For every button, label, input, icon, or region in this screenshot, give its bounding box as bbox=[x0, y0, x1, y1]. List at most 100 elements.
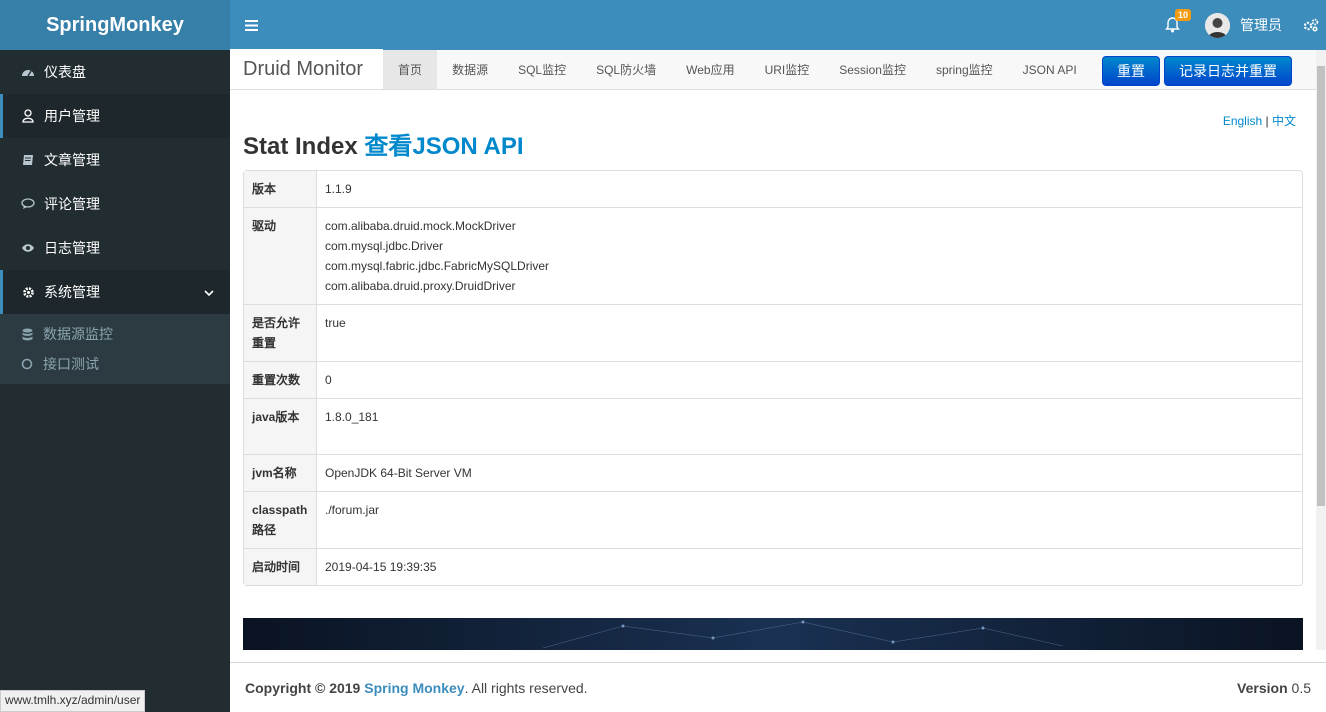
stat-value: ./forum.jar bbox=[317, 491, 1302, 548]
gear-icon bbox=[21, 285, 35, 299]
stat-key: 重置次数 bbox=[244, 361, 317, 398]
sidebar-toggle-icon[interactable] bbox=[230, 0, 272, 50]
stat-key: 驱动 bbox=[244, 207, 317, 304]
tab-uri-monitor[interactable]: URI监控 bbox=[750, 50, 825, 89]
stat-value-line: 1.8.0_181 bbox=[325, 410, 379, 424]
page-title-text: Stat Index bbox=[243, 133, 358, 160]
stat-value: 1.8.0_181 bbox=[317, 398, 1302, 454]
table-row: classpath路径 ./forum.jar bbox=[244, 491, 1302, 548]
notifications-bell-icon[interactable]: 10 bbox=[1149, 0, 1195, 50]
stat-key: 版本 bbox=[244, 171, 317, 207]
table-row: 启动时间 2019-04-15 19:39:35 bbox=[244, 548, 1302, 585]
stat-value: true bbox=[317, 304, 1302, 361]
stat-value-line: com.mysql.fabric.jdbc.FabricMySQLDriver bbox=[325, 259, 550, 273]
table-row: 是否允许重置 true bbox=[244, 304, 1302, 361]
table-row: 驱动 com.alibaba.druid.mock.MockDriver com.m… bbox=[244, 207, 1302, 304]
scrollbar-thumb[interactable] bbox=[1317, 66, 1325, 506]
stat-key: java版本 bbox=[244, 398, 317, 454]
stat-value-line: 1.1.9 bbox=[325, 182, 352, 196]
footer-rights: . All rights reserved. bbox=[464, 679, 588, 696]
eye-icon bbox=[21, 241, 35, 255]
druid-navbar: Druid Monitor 首页 数据源 SQL监控 SQL防火墙 Web应用 … bbox=[230, 49, 1326, 90]
stat-key: 启动时间 bbox=[244, 548, 317, 585]
comment-icon bbox=[21, 197, 35, 211]
table-row: 版本 1.1.9 bbox=[244, 171, 1302, 207]
tab-datasource[interactable]: 数据源 bbox=[437, 50, 503, 89]
tab-web-app[interactable]: Web应用 bbox=[671, 50, 749, 89]
table-row: jvm名称 OpenJDK 64-Bit Server VM bbox=[244, 454, 1302, 491]
sidebar-item-label: 文章管理 bbox=[44, 152, 100, 168]
table-row: 重置次数 0 bbox=[244, 361, 1302, 398]
tab-session-monitor[interactable]: Session监控 bbox=[824, 50, 921, 89]
lang-separator: | bbox=[1265, 114, 1269, 128]
table-row: java版本 1.8.0_181 bbox=[244, 398, 1302, 454]
sidebar-item-logs[interactable]: 日志管理 bbox=[0, 226, 230, 270]
tab-spring-monitor[interactable]: spring监控 bbox=[921, 50, 1008, 89]
stat-value-line: com.mysql.jdbc.Driver bbox=[325, 239, 444, 253]
page-title: Stat Index 查看JSON API bbox=[243, 126, 524, 161]
sidebar-item-label: 系统管理 bbox=[44, 284, 100, 300]
stat-key: 是否允许重置 bbox=[244, 304, 317, 361]
main-header: SpringMonkey 10 管理员 bbox=[0, 0, 1326, 50]
lang-chinese-link[interactable]: 中文 bbox=[1272, 114, 1296, 128]
stat-value: com.alibaba.druid.mock.MockDriver com.mys… bbox=[317, 207, 1302, 304]
book-icon bbox=[21, 153, 35, 167]
stat-value-line: com.alibaba.druid.proxy.DruidDriver bbox=[325, 279, 516, 293]
circle-icon bbox=[20, 357, 34, 371]
footer: Copyright © 2019 Spring Monkey. All righ… bbox=[230, 662, 1326, 712]
language-switch: English | 中文 bbox=[1223, 112, 1296, 129]
dashboard-icon bbox=[21, 65, 35, 79]
sidebar-item-dashboard[interactable]: 仪表盘 bbox=[0, 50, 230, 94]
app-logo[interactable]: SpringMonkey bbox=[0, 0, 230, 50]
avatar bbox=[1205, 12, 1230, 38]
sidebar-item-comments[interactable]: 评论管理 bbox=[0, 182, 230, 226]
json-api-link[interactable]: 查看JSON API bbox=[364, 133, 523, 160]
footer-version-value: 0.5 bbox=[1291, 679, 1311, 696]
sidebar: 仪表盘 用户管理 文章管理 评论管理 日志管理 系统管理 数据源监控 接口测试 bbox=[0, 50, 230, 712]
database-icon bbox=[20, 327, 34, 341]
footer-copyright: Copyright © 2019 bbox=[245, 679, 361, 696]
sidebar-subitem-api-test[interactable]: 接口测试 bbox=[0, 349, 230, 379]
chevron-down-icon bbox=[204, 285, 214, 301]
footer-brand-link[interactable]: Spring Monkey bbox=[364, 680, 464, 696]
top-navbar: 10 管理员 bbox=[230, 0, 1326, 50]
stat-value-line: true bbox=[325, 316, 346, 330]
banner-image bbox=[243, 618, 1303, 650]
stat-value: 0 bbox=[317, 361, 1302, 398]
sidebar-item-label: 评论管理 bbox=[44, 196, 100, 212]
gears-icon[interactable] bbox=[1296, 0, 1326, 50]
log-and-reset-button[interactable]: 记录日志并重置 bbox=[1164, 56, 1292, 86]
sidebar-item-label: 日志管理 bbox=[44, 240, 100, 256]
user-icon bbox=[21, 109, 35, 123]
lang-english-link[interactable]: English bbox=[1223, 114, 1262, 128]
sidebar-item-system[interactable]: 系统管理 bbox=[0, 270, 230, 314]
sidebar-item-label: 用户管理 bbox=[44, 108, 100, 124]
sidebar-item-users[interactable]: 用户管理 bbox=[0, 94, 230, 138]
sidebar-item-articles[interactable]: 文章管理 bbox=[0, 138, 230, 182]
main-content: Druid Monitor 首页 数据源 SQL监控 SQL防火墙 Web应用 … bbox=[230, 49, 1326, 662]
stat-value-line: 2019-04-15 19:39:35 bbox=[325, 560, 437, 574]
stat-value: 1.1.9 bbox=[317, 171, 1302, 207]
tab-json-api[interactable]: JSON API bbox=[1008, 50, 1092, 89]
tab-home[interactable]: 首页 bbox=[383, 50, 438, 89]
footer-version-label: Version bbox=[1237, 679, 1288, 696]
stat-value-line: ./forum.jar bbox=[325, 503, 380, 517]
notification-badge: 10 bbox=[1175, 9, 1192, 21]
sidebar-subitem-label: 接口测试 bbox=[43, 356, 99, 372]
system-submenu: 数据源监控 接口测试 bbox=[0, 314, 230, 384]
tab-sql-monitor[interactable]: SQL监控 bbox=[503, 50, 581, 89]
tab-sql-firewall[interactable]: SQL防火墙 bbox=[581, 50, 671, 89]
stat-value-line: com.alibaba.druid.mock.MockDriver bbox=[325, 219, 516, 233]
stat-value: OpenJDK 64-Bit Server VM bbox=[317, 454, 1302, 491]
sidebar-subitem-datasource-monitor[interactable]: 数据源监控 bbox=[0, 319, 230, 349]
user-name: 管理员 bbox=[1240, 17, 1282, 33]
page-scrollbar[interactable] bbox=[1316, 50, 1326, 650]
stat-key: classpath路径 bbox=[244, 491, 317, 548]
sidebar-subitem-label: 数据源监控 bbox=[43, 326, 113, 342]
druid-brand[interactable]: Druid Monitor bbox=[230, 49, 384, 89]
browser-status-url: www.tmlh.xyz/admin/user bbox=[0, 690, 146, 712]
sidebar-item-label: 仪表盘 bbox=[44, 64, 86, 80]
reset-button[interactable]: 重置 bbox=[1102, 56, 1160, 86]
stat-key: jvm名称 bbox=[244, 454, 317, 491]
user-menu[interactable]: 管理员 bbox=[1195, 0, 1296, 50]
